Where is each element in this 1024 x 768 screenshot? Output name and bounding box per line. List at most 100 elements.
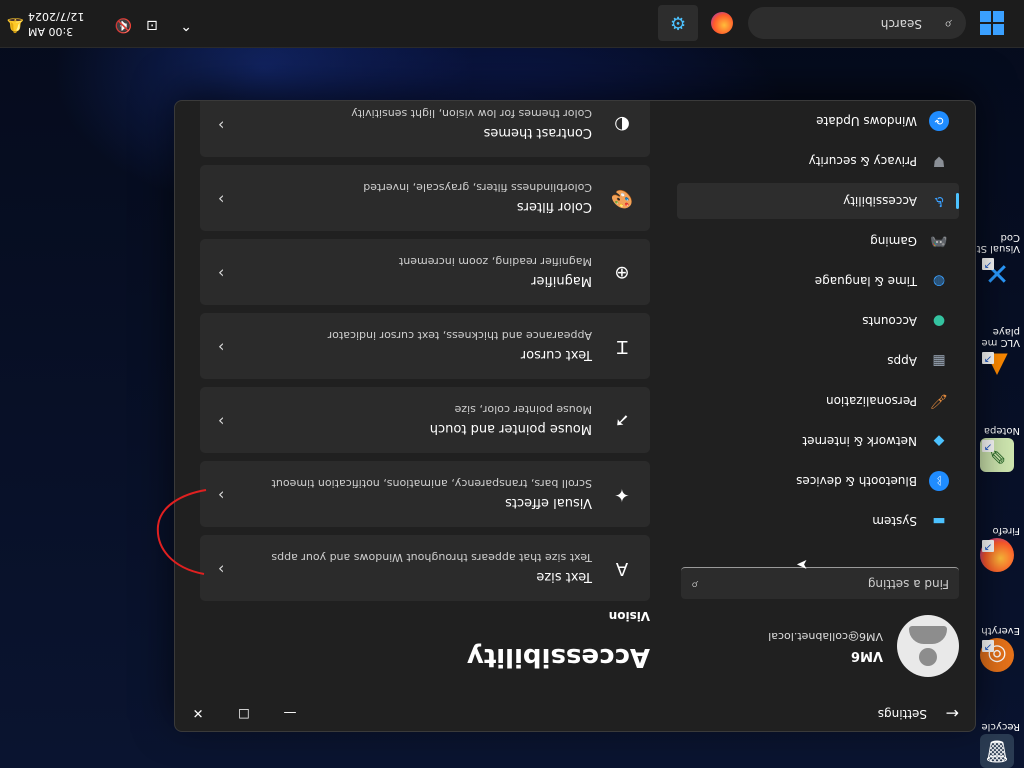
active-indicator bbox=[956, 193, 959, 209]
minimize-button[interactable]: — bbox=[267, 695, 313, 731]
nav-item-windows-update[interactable]: ⟳ Windows Update bbox=[677, 103, 959, 139]
clock-date: 12/7/2024 bbox=[28, 10, 85, 23]
sparkle-icon: ✦ bbox=[614, 484, 630, 505]
user-email: VM6@collabnet.local bbox=[768, 630, 883, 643]
desktop-icon-firefox[interactable]: ↗ Firefo bbox=[974, 508, 1020, 572]
nav-item-accessibility[interactable]: ♿ Accessibility bbox=[677, 183, 959, 219]
taskbar-app-browser[interactable] bbox=[702, 5, 742, 41]
card-text-size[interactable]: A Text size Text size that appears throu… bbox=[200, 535, 650, 601]
taskbar: ⌕ Search ⚙ ⌃ ⊡ 🔇 3:00 AM 12/7/2024 🔔 bbox=[0, 0, 1024, 48]
nav-item-personalization[interactable]: 🖌 Personalization bbox=[677, 383, 959, 419]
nav-item-network[interactable]: ◆ Network & internet bbox=[677, 423, 959, 459]
chevron-right-icon: › bbox=[218, 560, 225, 579]
desktop-icon-everything[interactable]: ◎ ↗ Everyth bbox=[974, 608, 1020, 672]
nav-item-privacy[interactable]: ⛊ Privacy & security bbox=[677, 143, 959, 179]
pointer-icon: ➚ bbox=[614, 410, 630, 431]
settings-content: Accessibility Vision A Text size Text si… bbox=[174, 100, 650, 673]
desktop-icon-label: Firefo bbox=[992, 525, 1021, 536]
nav-item-label: Privacy & security bbox=[808, 154, 917, 168]
mouse-cursor-icon: ➤ bbox=[796, 556, 808, 572]
chevron-right-icon: › bbox=[218, 412, 225, 431]
red-annotation-scribble bbox=[156, 489, 207, 575]
recycle-bin-icon: 🗑 bbox=[980, 734, 1014, 768]
desktop-screen: 🗑 Recycle ◎ ↗ Everyth ↗ Firefo ✎ ↗ Notep… bbox=[0, 0, 1024, 768]
nav-item-system[interactable]: ▬ System bbox=[677, 503, 959, 539]
card-contrast-themes[interactable]: ◐ Contrast themes Color themes for low v… bbox=[200, 100, 650, 157]
accessibility-icon: ♿ bbox=[932, 193, 946, 209]
bluetooth-icon: ᛒ bbox=[929, 471, 949, 491]
page-title: Accessibility bbox=[466, 642, 650, 672]
taskbar-search[interactable]: ⌕ Search bbox=[748, 7, 966, 39]
settings-window: ← Settings — ☐ ✕ VM6 VM6@collabnet.local… bbox=[174, 100, 976, 732]
card-text-cursor[interactable]: Ꮖ Text cursor Appearance and thickness, … bbox=[200, 313, 650, 379]
start-button[interactable] bbox=[980, 11, 1004, 35]
monitor-icon: ▬ bbox=[932, 513, 946, 529]
nav-item-bluetooth[interactable]: ᛒ Bluetooth & devices bbox=[677, 463, 959, 499]
card-title: Mouse pointer and touch bbox=[429, 421, 592, 436]
nav-item-label: Gaming bbox=[870, 234, 917, 248]
find-setting-input[interactable]: Find a setting ⌕ bbox=[681, 567, 959, 599]
card-mouse-pointer[interactable]: ➚ Mouse pointer and touch Mouse pointer … bbox=[200, 387, 650, 453]
close-button[interactable]: ✕ bbox=[175, 695, 221, 731]
nav-item-gaming[interactable]: 🎮 Gaming bbox=[677, 223, 959, 259]
avatar bbox=[897, 615, 959, 677]
card-title: Text cursor bbox=[520, 347, 592, 362]
gamepad-icon: 🎮 bbox=[930, 233, 948, 249]
apps-icon: ▦ bbox=[932, 353, 946, 369]
card-color-filters[interactable]: 🎨 Color filters Colorblindness filters, … bbox=[200, 165, 650, 231]
taskbar-app-settings[interactable]: ⚙ bbox=[658, 5, 698, 41]
desktop-icon-label: Visual St Cod bbox=[976, 232, 1020, 254]
volume-muted-icon[interactable]: 🔇 bbox=[115, 17, 132, 33]
maximize-button[interactable]: ☐ bbox=[221, 695, 267, 731]
chevron-right-icon: › bbox=[218, 190, 225, 209]
nav-item-time-language[interactable]: ◍ Time & language bbox=[677, 263, 959, 299]
nav-item-accounts[interactable]: ● Accounts bbox=[677, 303, 959, 339]
card-subtitle: Color themes for low vision, light sensi… bbox=[351, 107, 592, 120]
nav-item-label: Network & internet bbox=[802, 434, 917, 448]
user-name: VM6 bbox=[850, 648, 883, 663]
desktop-icon-vlc[interactable]: ▲ ↗ VLC me playe bbox=[974, 312, 1020, 384]
card-title: Magnifier bbox=[531, 273, 592, 288]
notification-bell-icon[interactable]: 🔔 bbox=[7, 17, 24, 33]
desktop-icon-recycle-bin[interactable]: 🗑 Recycle bbox=[974, 704, 1020, 768]
chevron-right-icon: › bbox=[218, 338, 225, 357]
card-subtitle: Scroll bars, transparency, animations, n… bbox=[271, 477, 592, 490]
chevron-right-icon: › bbox=[218, 116, 225, 135]
back-arrow-icon[interactable]: ← bbox=[946, 704, 959, 723]
taskbar-clock[interactable]: 3:00 AM 12/7/2024 bbox=[28, 9, 86, 39]
wifi-icon: ◆ bbox=[933, 433, 945, 449]
settings-nav: ▬ System ᛒ Bluetooth & devices ◆ Network… bbox=[677, 100, 959, 539]
desktop-icon-vscode[interactable]: ✕ ↗ Visual St Cod bbox=[974, 210, 1020, 291]
find-setting-placeholder: Find a setting bbox=[867, 577, 949, 591]
card-visual-effects[interactable]: ✦ Visual effects Scroll bars, transparen… bbox=[200, 461, 650, 527]
network-icon[interactable]: ⊡ bbox=[146, 17, 158, 33]
card-title: Visual effects bbox=[505, 495, 592, 510]
desktop-icon-label: Recycle bbox=[981, 721, 1021, 732]
shield-icon: ⛊ bbox=[933, 153, 945, 169]
magnifier-icon: ⊕ bbox=[614, 262, 630, 283]
taskbar-search-label: Search bbox=[880, 17, 922, 31]
brush-icon: 🖌 bbox=[930, 393, 948, 409]
window-titlebar: ← Settings — ☐ ✕ bbox=[175, 695, 975, 731]
desktop-icon-notepad[interactable]: ✎ ↗ Notepa bbox=[974, 408, 1020, 472]
section-heading: Vision bbox=[608, 609, 650, 623]
desktop-icon-label: VLC me playe bbox=[981, 326, 1020, 348]
shortcut-arrow-icon: ↗ bbox=[982, 540, 994, 552]
shortcut-arrow-icon: ↗ bbox=[982, 352, 994, 364]
search-icon: ⌕ bbox=[691, 577, 699, 592]
card-title: Contrast themes bbox=[483, 125, 592, 140]
browser-icon bbox=[711, 12, 733, 34]
shortcut-arrow-icon: ↗ bbox=[982, 440, 994, 452]
chevron-up-icon[interactable]: ⌃ bbox=[180, 17, 192, 33]
nav-item-label: Apps bbox=[887, 354, 917, 368]
person-icon: ● bbox=[932, 313, 946, 329]
card-title: Text size bbox=[536, 569, 592, 584]
window-title: Settings bbox=[877, 707, 927, 721]
text-cursor-icon: Ꮖ bbox=[616, 336, 628, 357]
card-magnifier[interactable]: ⊕ Magnifier Magnifier reading, zoom incr… bbox=[200, 239, 650, 305]
nav-item-label: Bluetooth & devices bbox=[796, 474, 917, 488]
nav-item-apps[interactable]: ▦ Apps bbox=[677, 343, 959, 379]
card-subtitle: Colorblindness filters, grayscale, inver… bbox=[363, 181, 592, 194]
chevron-right-icon: › bbox=[218, 486, 225, 505]
contrast-icon: ◐ bbox=[614, 114, 630, 135]
